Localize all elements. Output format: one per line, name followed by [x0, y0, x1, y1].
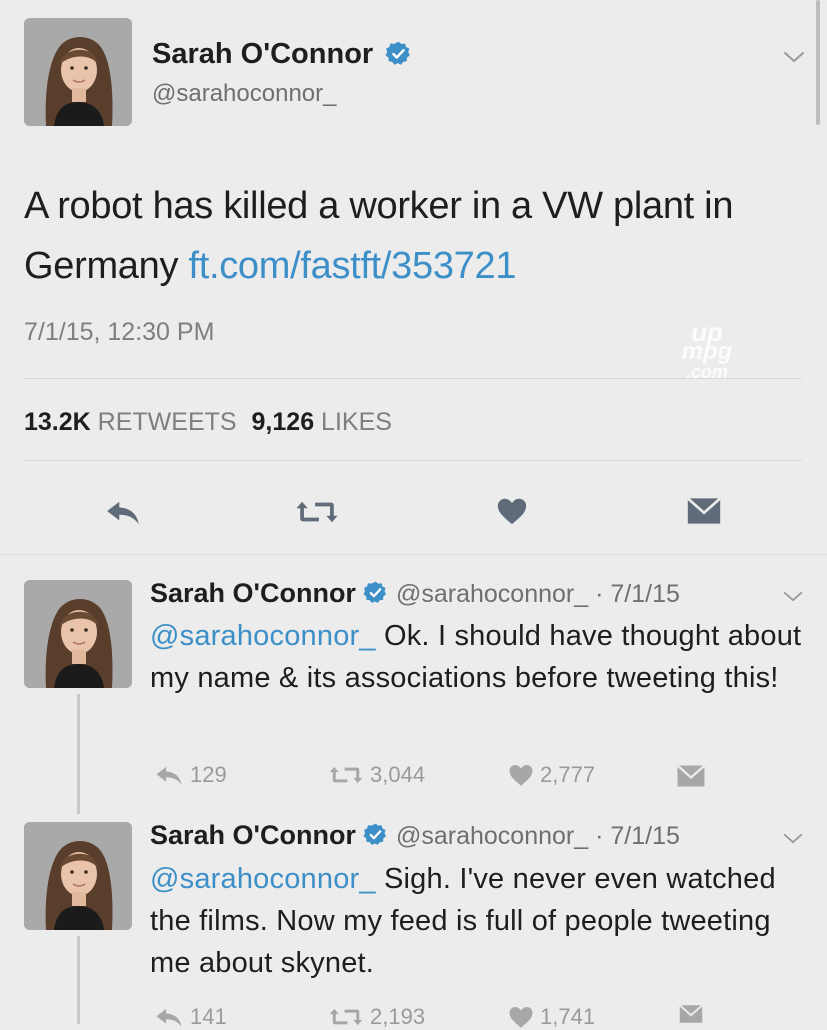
retweets-count[interactable]: 13.2K — [24, 408, 91, 436]
avatar-photo — [24, 18, 132, 126]
engagement-stats: 13.2K RETWEETS 9,126 LIKES — [24, 408, 392, 437]
divider — [0, 554, 827, 555]
avatar-photo — [24, 580, 132, 688]
reply-author-name[interactable]: Sarah O'Connor — [150, 578, 356, 608]
chevron-down-icon[interactable] — [782, 590, 804, 603]
retweet-count: 3,044 — [370, 762, 426, 787]
reply-action[interactable]: 141 — [154, 1004, 227, 1030]
like-count: 1,741 — [540, 1004, 596, 1029]
retweet-action[interactable]: 3,044 — [328, 762, 425, 788]
watermark-line2: mpg — [681, 338, 733, 365]
avatar[interactable] — [24, 822, 132, 930]
reply-icon[interactable] — [104, 498, 142, 526]
like-action[interactable]: 1,741 — [508, 1004, 595, 1030]
retweet-action[interactable]: 2,193 — [328, 1004, 425, 1030]
watermark-logo: up mpg .com — [662, 319, 752, 382]
divider — [24, 460, 802, 461]
like-icon[interactable] — [508, 1005, 534, 1029]
retweet-icon[interactable] — [328, 764, 364, 786]
chevron-down-icon[interactable] — [782, 50, 806, 64]
tweet-link[interactable]: ft.com/fastft/353721 — [188, 245, 516, 287]
reply-icon[interactable] — [154, 1006, 184, 1028]
chevron-down-icon[interactable] — [782, 832, 804, 845]
retweet-icon[interactable] — [328, 1006, 364, 1028]
reply-handle-date[interactable]: @sarahoconnor_ · 7/1/15 — [396, 580, 680, 608]
reply-handle-date[interactable]: @sarahoconnor_ · 7/1/15 — [396, 822, 680, 850]
retweets-label[interactable]: RETWEETS — [98, 408, 237, 436]
scrollbar[interactable] — [816, 0, 820, 125]
retweet-count: 2,193 — [370, 1004, 426, 1029]
thread-line — [77, 936, 80, 1024]
avatar[interactable] — [24, 18, 132, 126]
watermark-line3: .com — [685, 362, 728, 382]
divider — [24, 378, 802, 379]
verified-badge-icon — [385, 40, 412, 67]
author-name-text[interactable]: Sarah O'Connor — [152, 38, 373, 70]
retweet-icon[interactable] — [294, 498, 340, 526]
reply-count: 129 — [190, 762, 227, 787]
reply-author-name[interactable]: Sarah O'Connor — [150, 820, 356, 850]
likes-count[interactable]: 9,126 — [252, 408, 315, 436]
like-icon[interactable] — [508, 763, 534, 787]
message-icon[interactable] — [676, 1004, 706, 1024]
reply-text: @sarahoconnor_ Ok. I should have thought… — [150, 615, 810, 699]
tweet-text: A robot has killed a worker in a VW plan… — [24, 176, 814, 296]
author-handle[interactable]: @sarahoconnor_ — [152, 80, 336, 108]
reply-action[interactable]: 129 — [154, 762, 227, 788]
author-name[interactable]: Sarah O'Connor — [152, 38, 412, 71]
like-icon[interactable] — [496, 496, 528, 526]
message-icon[interactable] — [676, 764, 706, 788]
tweet-timestamp: 7/1/15, 12:30 PM — [24, 318, 215, 346]
reply-icon[interactable] — [154, 764, 184, 786]
message-icon[interactable] — [686, 496, 722, 526]
like-action[interactable]: 2,777 — [508, 762, 595, 788]
verified-badge-icon — [363, 580, 388, 605]
like-count: 2,777 — [540, 762, 596, 787]
reply-mention[interactable]: @sarahoconnor_ — [150, 863, 376, 895]
verified-badge-icon — [363, 822, 388, 847]
reply-header: Sarah O'Connor @sarahoconnor_ · 7/1/15 — [150, 820, 680, 851]
reply-count: 141 — [190, 1004, 227, 1029]
reply-header: Sarah O'Connor @sarahoconnor_ · 7/1/15 — [150, 578, 680, 609]
thread-line — [77, 694, 80, 814]
likes-label[interactable]: LIKES — [321, 408, 392, 436]
reply-text: @sarahoconnor_ Sigh. I've never even wat… — [150, 858, 810, 984]
avatar[interactable] — [24, 580, 132, 688]
reply-mention[interactable]: @sarahoconnor_ — [150, 620, 376, 652]
avatar-photo — [24, 822, 132, 930]
